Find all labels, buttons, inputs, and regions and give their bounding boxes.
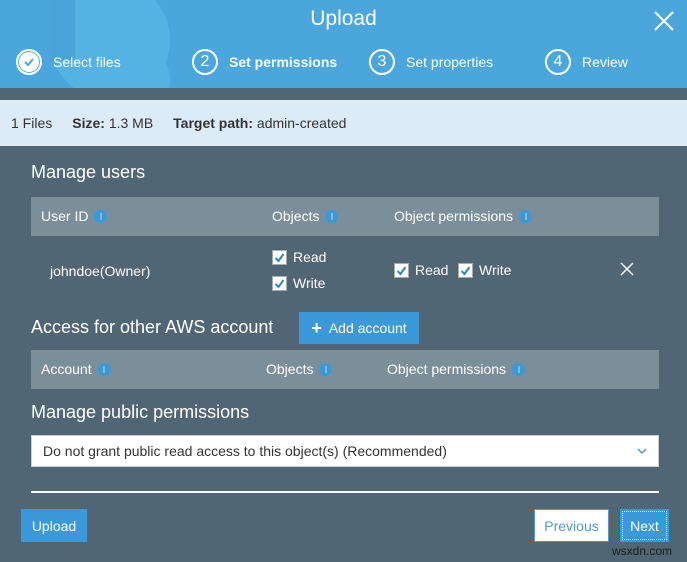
upload-button[interactable]: Upload (21, 509, 87, 542)
other-accounts-title: Access for other AWS account (31, 317, 274, 337)
checkbox-checked-icon (272, 275, 287, 291)
remove-user-icon[interactable] (620, 262, 634, 276)
users-table-header: User ID Objects Object permissions (31, 197, 659, 236)
accounts-table-header: Account Objects Object permissions (31, 350, 659, 389)
next-button[interactable]: Next (620, 509, 669, 542)
chevron-down-icon (637, 448, 647, 455)
step-set-permissions[interactable]: 2 Set permissions (192, 48, 337, 76)
step-label: Review (582, 54, 628, 70)
column-account: Account (41, 361, 111, 377)
checkbox-checked-icon (394, 262, 409, 278)
column-object-permissions: Object permissions (387, 361, 526, 377)
column-objects: Objects (266, 361, 333, 377)
watermark: wsxdn.com (612, 544, 673, 558)
objects-read-checkbox[interactable]: Read (272, 249, 326, 265)
permissions-write-checkbox[interactable]: Write (458, 262, 511, 278)
step-review[interactable]: 4 Review (545, 48, 628, 76)
info-icon[interactable] (97, 362, 111, 376)
wizard-steps: Select files 2 Set permissions 3 Set pro… (0, 48, 687, 76)
step-set-properties[interactable]: 3 Set properties (369, 48, 493, 76)
step-label: Set permissions (229, 54, 338, 70)
previous-button[interactable]: Previous (534, 509, 609, 542)
divider (31, 491, 659, 493)
dialog-title: Upload (310, 7, 377, 30)
step-label: Select files (53, 54, 121, 70)
checkbox-checked-icon (272, 249, 287, 265)
public-permissions-title: Manage public permissions (31, 402, 250, 422)
step-number: 2 (192, 49, 218, 75)
info-icon[interactable] (512, 362, 526, 376)
manage-users-title: Manage users (31, 162, 146, 182)
step-number: 3 (369, 49, 395, 75)
permissions-read-checkbox[interactable]: Read (394, 262, 448, 278)
info-icon[interactable] (519, 209, 533, 223)
add-account-button[interactable]: + Add account (299, 312, 419, 344)
check-circle-icon (16, 49, 42, 75)
step-select-files[interactable]: Select files (16, 48, 121, 76)
step-number: 4 (545, 49, 571, 75)
dialog-header: Upload Select files 2 Set permissions 3 … (0, 0, 687, 88)
target-path-info: Target path: admin-created (173, 115, 347, 131)
column-user-id: User ID (41, 208, 108, 224)
size-info: Size: 1.3 MB (72, 115, 154, 131)
file-count: 1 Files (11, 115, 53, 131)
user-id: johndoe(Owner) (50, 263, 151, 279)
column-object-permissions: Object permissions (394, 208, 533, 224)
column-objects: Objects (272, 208, 339, 224)
objects-write-checkbox[interactable]: Write (272, 275, 325, 291)
table-row: johndoe(Owner) Read Write Read Write (31, 240, 659, 302)
step-label: Set properties (406, 54, 494, 70)
info-icon[interactable] (319, 362, 333, 376)
info-icon[interactable] (325, 209, 339, 223)
close-icon[interactable] (652, 9, 676, 33)
plus-icon: + (311, 318, 322, 338)
public-permissions-select[interactable]: Do not grant public read access to this … (31, 435, 659, 467)
checkbox-checked-icon (458, 262, 473, 278)
upload-summary-bar: 1 Files Size: 1.3 MB Target path: admin-… (0, 100, 687, 146)
info-icon[interactable] (94, 209, 108, 223)
